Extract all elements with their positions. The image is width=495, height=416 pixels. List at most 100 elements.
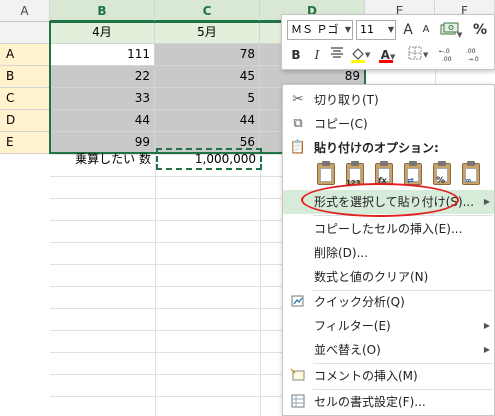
cell-c3[interactable]: 45 [155, 66, 260, 88]
quick-analysis-icon [289, 293, 307, 311]
values-123-icon: 123 [346, 179, 361, 187]
menu-item-format-cells[interactable]: セルの書式設定(F)... [283, 390, 494, 414]
cell-b5[interactable]: 44 [50, 110, 155, 132]
menu-item-filter[interactable]: フィルター(E) ▶ [283, 314, 494, 338]
svg-text:▼: ▼ [423, 51, 429, 59]
menu-item-label: クイック分析(Q) [314, 295, 405, 309]
paste-option-values[interactable]: 123 [342, 161, 368, 191]
label-cell[interactable]: B [0, 66, 50, 88]
menu-item-delete[interactable]: 削除(D)... [283, 241, 494, 265]
fill-swatch [351, 60, 365, 63]
align-center-icon[interactable] [328, 45, 346, 65]
fill-color-icon[interactable]: ▼ [348, 45, 372, 65]
cell-b3[interactable]: 22 [50, 66, 155, 88]
svg-text:.00: .00 [442, 56, 452, 63]
svg-text:▼: ▼ [365, 51, 371, 59]
bold-icon[interactable]: B [287, 45, 305, 65]
clip-top [409, 161, 417, 166]
borders-icon[interactable]: ▼ [406, 45, 432, 65]
cell-c2[interactable]: 78 [155, 44, 260, 66]
svg-text:→.0: →.0 [468, 56, 479, 63]
menu-item-insert-comment[interactable]: コメントの挿入(M) [283, 364, 494, 388]
paste-options-heading: 📋 貼り付けのオプション: [283, 136, 494, 160]
col-header-a[interactable]: A [0, 0, 50, 22]
font-name-value: ＭＳ Ｐゴ [291, 23, 339, 36]
paste-option-formatting[interactable]: % [429, 161, 455, 191]
transpose-icon: ⇄ [407, 176, 414, 185]
menu-item-cut[interactable]: ✂ 切り取り(T) [283, 88, 494, 112]
decrease-decimal-icon[interactable]: .00 →.0 [464, 45, 488, 65]
row-header-1[interactable] [0, 22, 50, 44]
clip-top [322, 161, 330, 166]
format-cells-icon [289, 393, 307, 411]
font-shrink-icon[interactable]: A [418, 20, 434, 40]
chevron-right-icon: ▶ [483, 321, 490, 330]
increase-decimal-icon[interactable]: ←.0.00 [437, 45, 461, 65]
svg-text:←.0: ←.0 [439, 48, 450, 55]
menu-item-label: セルの書式設定(F)... [314, 395, 426, 409]
paste-options-row: 123 fx ⇄ % ∞ [313, 161, 493, 191]
currency-format-icon[interactable]: ▼ [437, 20, 465, 40]
col-header-b[interactable]: B [50, 0, 155, 22]
menu-item-insert-copied[interactable]: コピーしたセルの挿入(E)... [283, 217, 494, 241]
italic-icon[interactable]: I [308, 45, 326, 65]
mini-toolbar: ＭＳ Ｐゴ ▼ 11 ▼ A A ▼ % B I ▼ A▼ ▼ ←.0.00 .… [281, 14, 495, 70]
paste-option-link[interactable]: ∞ [458, 161, 484, 191]
menu-item-label: コピーしたセルの挿入(E)... [314, 222, 463, 236]
menu-item-paste-special[interactable]: 形式を選択して貼り付け(S)... ▶ [283, 190, 494, 214]
menu-item-label: 形式を選択して貼り付け(S)... [314, 195, 475, 209]
clip-paper [320, 168, 332, 182]
font-name-box[interactable]: ＭＳ Ｐゴ ▼ [287, 20, 353, 40]
menu-item-clear[interactable]: 数式と値のクリア(N) [283, 265, 494, 289]
svg-text:▼: ▼ [457, 31, 463, 38]
cell-c5[interactable]: 44 [155, 110, 260, 132]
font-size-value: 11 [360, 23, 374, 36]
chevron-down-icon: ▼ [387, 25, 394, 34]
header-cell-b1[interactable]: 4月 [50, 22, 155, 44]
formatting-percent-icon: % [436, 176, 446, 186]
paste-option-paste[interactable] [313, 161, 339, 191]
chevron-right-icon: ▶ [483, 345, 490, 354]
menu-item-label: 並べ替え(O) [314, 343, 381, 357]
menu-item-copy[interactable]: ⧉ コピー(C) [283, 112, 494, 136]
label-cell[interactable]: D [0, 110, 50, 132]
font-size-box[interactable]: 11 ▼ [356, 20, 396, 40]
formula-fx-icon: fx [378, 176, 387, 185]
menu-item-quick-analysis[interactable]: クイック分析(Q) [283, 290, 494, 314]
menu-item-label: コメントの挿入(M) [314, 369, 418, 383]
col-header-c[interactable]: C [155, 0, 260, 22]
paste-icon: 📋 [289, 140, 307, 155]
cell-c4[interactable]: 5 [155, 88, 260, 110]
clip-top [351, 161, 359, 166]
menu-item-label: 削除(D)... [314, 246, 369, 260]
font-color-swatch [379, 60, 393, 63]
paste-option-transpose[interactable]: ⇄ [400, 161, 426, 191]
cell-b4[interactable]: 33 [50, 88, 155, 110]
multiply-value-cell[interactable]: 1,000,000 [155, 148, 260, 170]
link-icon: ∞ [465, 176, 472, 185]
scissors-icon: ✂ [292, 92, 304, 107]
chevron-down-icon: ▼ [344, 25, 351, 34]
font-color-icon[interactable]: A▼ [376, 45, 400, 65]
label-cell[interactable]: A [0, 44, 50, 66]
font-grow-icon[interactable]: A [399, 20, 417, 40]
chevron-right-icon: ▶ [483, 197, 490, 206]
menu-separator [313, 215, 493, 216]
comment-icon [289, 367, 307, 385]
clip-top [380, 161, 388, 166]
paste-option-formulas[interactable]: fx [371, 161, 397, 191]
header-cell-c1[interactable]: 5月 [155, 22, 260, 44]
multiply-label[interactable]: 乗算したい 数 [50, 148, 155, 170]
menu-item-label: 切り取り(T) [314, 93, 379, 107]
label-cell[interactable]: C [0, 88, 50, 110]
menu-item-label: 数式と値のクリア(N) [314, 270, 429, 284]
menu-item-sort[interactable]: 並べ替え(O) ▶ [283, 338, 494, 362]
svg-text:.00: .00 [466, 48, 476, 55]
clip-top [467, 161, 475, 166]
label-cell[interactable]: E [0, 132, 50, 154]
cell-b2[interactable]: 111 [50, 44, 155, 66]
percent-icon[interactable]: % [470, 20, 490, 40]
copy-icon: ⧉ [293, 116, 303, 131]
menu-item-label: フィルター(E) [314, 319, 391, 333]
context-menu: ✂ 切り取り(T) ⧉ コピー(C) 📋 貼り付けのオプション: 123 fx … [282, 84, 495, 416]
